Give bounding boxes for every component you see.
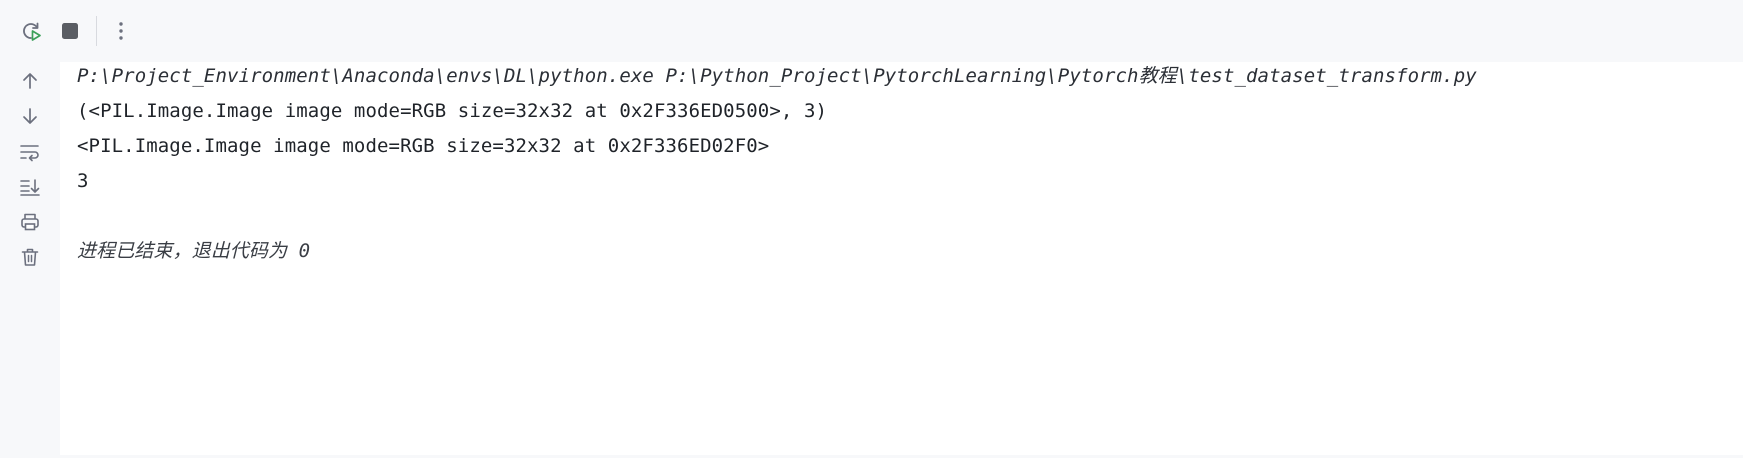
more-options-button[interactable] [104,14,138,48]
run-tool-window: P:\Project_Environment\Anaconda\envs\DL\… [0,0,1743,458]
clear-all-button[interactable] [13,240,47,274]
arrow-up-icon [20,71,40,91]
soft-wrap-button[interactable] [13,135,47,169]
console-command-line: P:\Project_Environment\Anaconda\envs\DL\… [77,65,1477,87]
console-side-toolbar [0,62,60,458]
print-button[interactable] [13,205,47,239]
process-exit-message: 进程已结束，退出代码为 0 [77,240,311,262]
console-output[interactable]: P:\Project_Environment\Anaconda\envs\DL\… [60,62,1743,455]
stop-button[interactable] [53,14,87,48]
toolbar-separator [96,16,97,46]
console-output-line: <PIL.Image.Image image mode=RGB size=32x… [77,135,770,157]
rerun-icon [20,20,42,42]
rerun-button[interactable] [14,14,48,48]
next-occurrence-button[interactable] [13,99,47,133]
previous-occurrence-button[interactable] [13,64,47,98]
run-toolbar [0,0,1743,62]
trash-icon [20,247,40,267]
console-output-line: (<PIL.Image.Image image mode=RGB size=32… [77,100,828,122]
print-icon [20,212,40,232]
soft-wrap-icon [19,142,41,162]
console-output-line: 3 [77,170,89,192]
stop-icon [60,21,80,41]
scroll-to-end-icon [19,177,41,197]
scroll-to-end-button[interactable] [13,170,47,204]
arrow-down-icon [20,106,40,126]
more-vertical-icon [118,21,124,41]
